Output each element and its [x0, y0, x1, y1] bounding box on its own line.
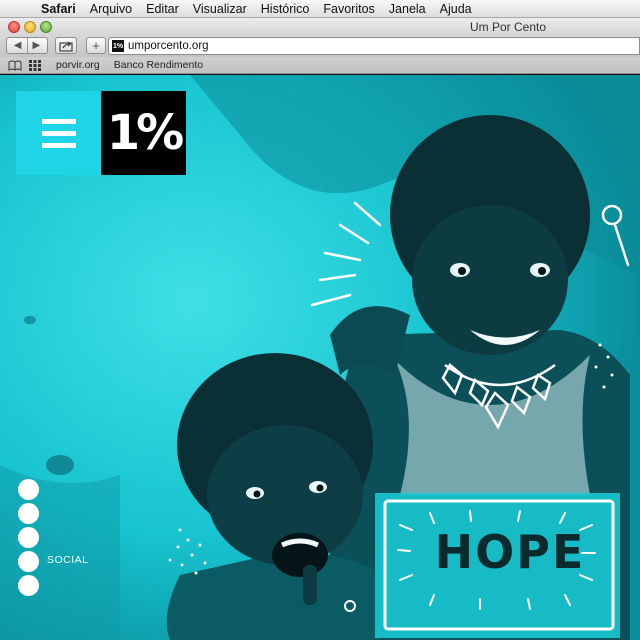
share-button[interactable]: [55, 37, 77, 54]
menu-arquivo[interactable]: Arquivo: [83, 2, 139, 16]
url-text[interactable]: umporcento.org: [128, 40, 209, 52]
site-favicon: 1%: [112, 40, 124, 52]
window-title: Um Por Cento: [469, 20, 546, 34]
hamburger-bar: [41, 130, 76, 136]
menu-safari[interactable]: Safari: [34, 2, 83, 16]
browser-toolbar: ◀ ▶ + 1% umporcento.org: [0, 35, 640, 57]
web-page: 1% HOPE SOCIAL: [0, 75, 640, 640]
back-forward-group: ◀ ▶: [6, 37, 48, 54]
social-links: [18, 479, 40, 599]
address-bar[interactable]: 1% umporcento.org: [108, 37, 640, 55]
menu-editar[interactable]: Editar: [139, 2, 186, 16]
social-dot-1[interactable]: [18, 479, 39, 500]
younger-girl-figure: [166, 353, 385, 640]
menu-favoritos[interactable]: Favoritos: [316, 2, 381, 16]
reading-list-icon[interactable]: [8, 59, 22, 71]
menu-janela[interactable]: Janela: [382, 2, 433, 16]
menu-bar: Safari Arquivo Editar Visualizar Históri…: [0, 0, 640, 18]
social-label: SOCIAL: [47, 554, 89, 566]
back-icon[interactable]: ◀: [14, 40, 22, 51]
hamburger-bar: [41, 142, 76, 148]
menu-visualizar[interactable]: Visualizar: [186, 2, 254, 16]
bookmark-porvir[interactable]: porvir.org: [56, 59, 100, 71]
menu-historico[interactable]: Histórico: [254, 2, 317, 16]
share-icon: [59, 41, 73, 52]
menu-ajuda[interactable]: Ajuda: [433, 2, 479, 16]
site-logo[interactable]: 1%: [101, 91, 186, 175]
social-dot-4[interactable]: [18, 551, 39, 572]
social-dot-5[interactable]: [18, 575, 39, 596]
forward-icon[interactable]: ▶: [33, 40, 41, 51]
new-tab-button[interactable]: +: [86, 37, 106, 54]
bookmarks-bar: porvir.org Banco Rendimento: [0, 57, 640, 74]
hamburger-menu-button[interactable]: [16, 91, 101, 175]
hamburger-bar: [41, 118, 76, 124]
nav-divider: [26, 38, 28, 53]
social-dot-2[interactable]: [18, 503, 39, 524]
bookmark-banco-rendimento[interactable]: Banco Rendimento: [114, 59, 203, 71]
social-dot-3[interactable]: [18, 527, 39, 548]
top-sites-grid-icon[interactable]: [28, 59, 42, 71]
window-titlebar: Um Por Cento: [0, 18, 640, 35]
hope-sign-text: HOPE: [434, 525, 586, 579]
